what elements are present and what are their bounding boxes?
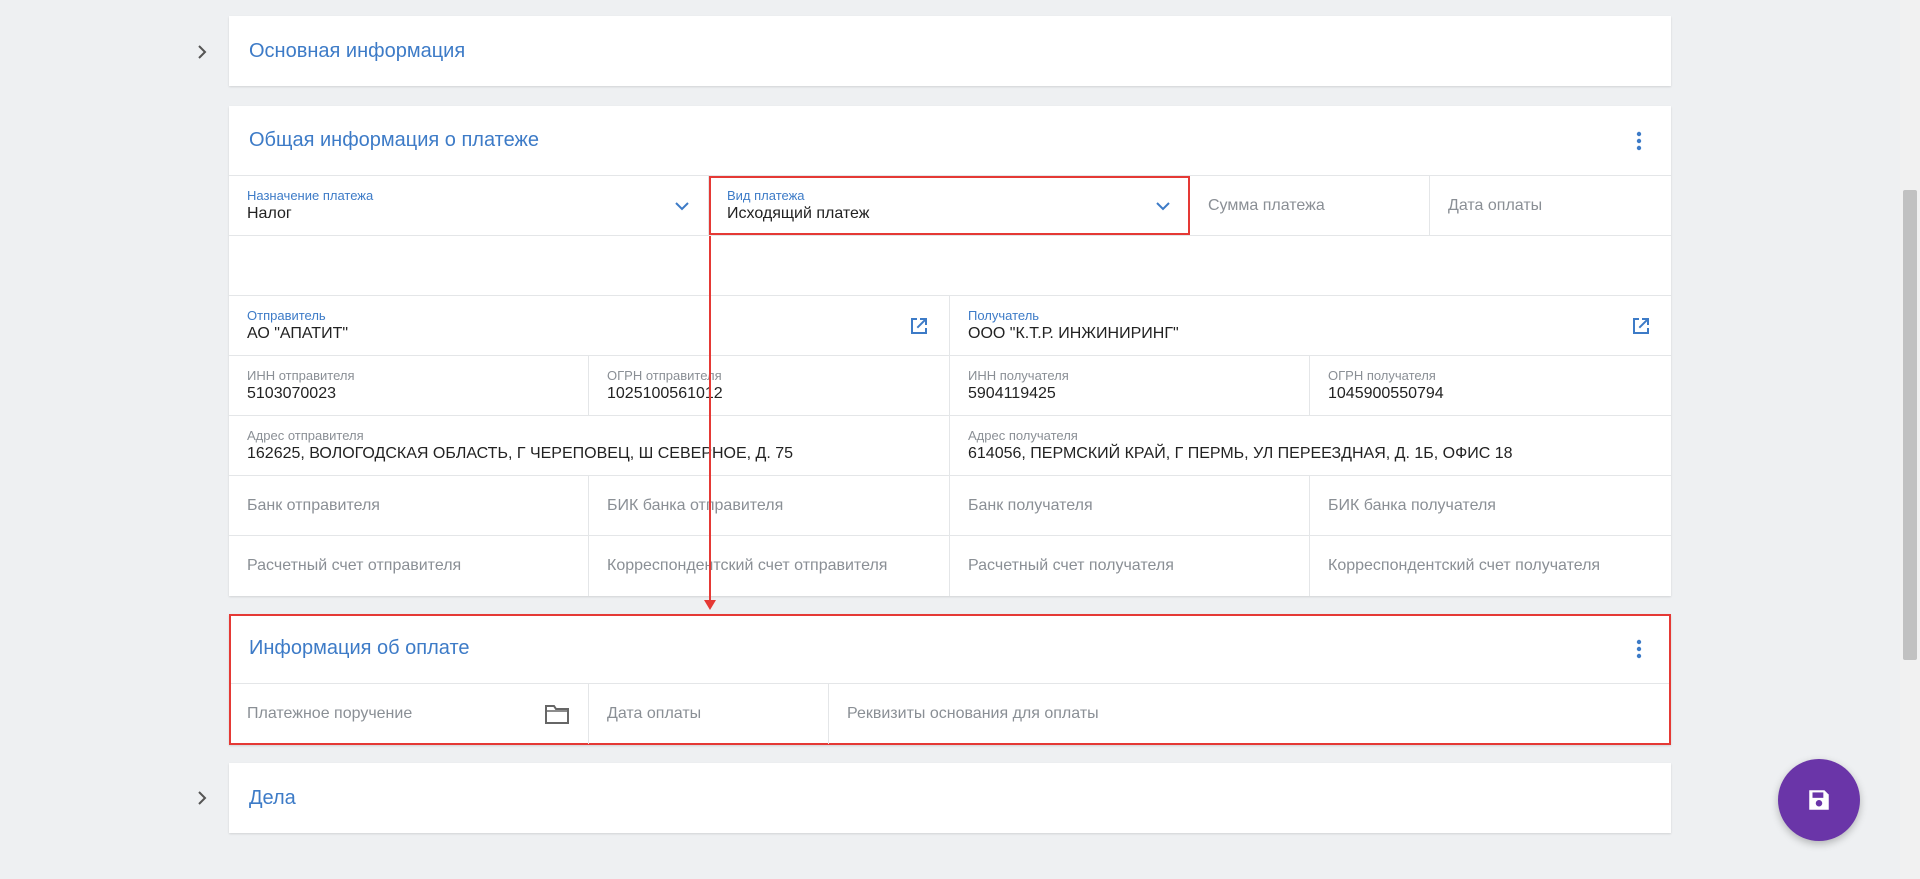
sender-inn-label: ИНН отправителя — [247, 367, 355, 383]
folder-icon[interactable] — [544, 703, 570, 725]
section-cases: Дела — [229, 763, 1671, 833]
receiver-account-input[interactable]: Расчетный счет получателя — [950, 536, 1310, 596]
receiver-address-field[interactable]: Адрес получателя 614056, ПЕРМСКИЙ КРАЙ, … — [950, 416, 1671, 475]
inn-ogrn-row: ИНН отправителя 5103070023 ОГРН отправит… — [229, 356, 1671, 416]
payment-info-date-placeholder: Дата оплаты — [607, 705, 702, 722]
receiver-corr-input[interactable]: Корреспондентский счет получателя — [1310, 536, 1671, 596]
payment-type-value: Исходящий платеж — [727, 204, 870, 222]
sender-corr-placeholder: Корреспондентский счет отправителя — [607, 557, 888, 574]
sender-account-input[interactable]: Расчетный счет отправителя — [229, 536, 589, 596]
sender-label: Отправитель — [247, 307, 326, 323]
payment-type-select[interactable]: Вид платежа Исходящий платеж — [709, 176, 1190, 235]
section-payment-info: Информация об оплате Платежное поручение… — [229, 614, 1671, 745]
sender-inn-value: 5103070023 — [247, 384, 336, 402]
receiver-inn-field[interactable]: ИНН получателя 5904119425 — [950, 356, 1310, 415]
receiver-ogrn-value: 1045900550794 — [1328, 384, 1444, 402]
section-payment-title: Информация об оплате — [249, 637, 470, 659]
receiver-address-label: Адрес получателя — [968, 427, 1078, 443]
payment-info-date-input[interactable]: Дата оплаты — [589, 684, 829, 744]
bank-row: Банк отправителя БИК банка отправителя Б… — [229, 476, 1671, 536]
receiver-corr-placeholder: Корреспондентский счет получателя — [1328, 557, 1601, 574]
payment-purpose-select[interactable]: Назначение платежа Налог — [229, 176, 709, 235]
payment-basis-placeholder: Реквизиты основания для оплаты — [847, 705, 1099, 722]
payment-basis-input[interactable]: Реквизиты основания для оплаты — [829, 684, 1671, 744]
payment-info-row: Платежное поручение Дата оплаты Реквизит… — [229, 684, 1671, 744]
receiver-address-value: 614056, ПЕРМСКИЙ КРАЙ, Г ПЕРМЬ, УЛ ПЕРЕЕ… — [968, 444, 1513, 462]
receiver-bank-input[interactable]: Банк получателя — [950, 476, 1310, 535]
section-general-payment: Общая информация о платеже Назначение пл… — [229, 106, 1671, 596]
save-icon — [1809, 790, 1829, 810]
sender-corr-input[interactable]: Корреспондентский счет отправителя — [589, 536, 950, 596]
sender-bik-placeholder: БИК банка отправителя — [607, 496, 784, 514]
sender-value: АО "АПАТИТ" — [247, 324, 349, 342]
payment-purpose-label: Назначение платежа — [247, 187, 374, 203]
annotation-arrow-line — [709, 236, 711, 602]
sender-ogrn-label: ОГРН отправителя — [607, 367, 722, 383]
expand-cases-chevron-icon[interactable] — [190, 786, 214, 810]
receiver-ogrn-label: ОГРН получателя — [1328, 367, 1436, 383]
open-in-new-icon[interactable] — [907, 314, 931, 338]
sender-address-label: Адрес отправителя — [247, 427, 364, 443]
address-row: Адрес отправителя 162625, ВОЛОГОДСКАЯ ОБ… — [229, 416, 1671, 476]
payment-order-placeholder: Платежное поручение — [247, 705, 413, 722]
payment-purpose-value: Налог — [247, 204, 292, 222]
sender-bank-input[interactable]: Банк отправителя — [229, 476, 589, 535]
section-payment-header: Информация об оплате — [229, 614, 1671, 684]
payment-date-input[interactable]: Дата оплаты — [1430, 176, 1671, 235]
sender-address-value: 162625, ВОЛОГОДСКАЯ ОБЛАСТЬ, Г ЧЕРЕПОВЕЦ… — [247, 444, 794, 462]
section-basic-info: Основная информация — [229, 16, 1671, 86]
section-general-title: Общая информация о платеже — [249, 129, 539, 151]
more-vert-icon[interactable] — [1627, 129, 1651, 153]
section-general-header: Общая информация о платеже — [229, 106, 1671, 176]
receiver-inn-value: 5904119425 — [968, 384, 1056, 402]
more-vert-icon[interactable] — [1627, 637, 1651, 661]
receiver-ogrn-field[interactable]: ОГРН получателя 1045900550794 — [1310, 356, 1671, 415]
receiver-field[interactable]: Получатель ООО "К.Т.Р. ИНЖИНИРИНГ" — [950, 296, 1671, 355]
receiver-bik-placeholder: БИК банка получателя — [1328, 496, 1496, 514]
account-row: Расчетный счет отправителя Корреспондент… — [229, 536, 1671, 596]
receiver-inn-label: ИНН получателя — [968, 367, 1069, 383]
chevron-down-icon — [1155, 201, 1171, 211]
section-cases-header[interactable]: Дела — [229, 763, 1671, 833]
payment-type-label: Вид платежа — [727, 187, 805, 203]
receiver-value: ООО "К.Т.Р. ИНЖИНИРИНГ" — [968, 324, 1179, 342]
annotation-arrow-head — [704, 600, 716, 610]
sender-ogrn-field[interactable]: ОГРН отправителя 1025100561012 — [589, 356, 950, 415]
payment-amount-placeholder: Сумма платежа — [1208, 196, 1325, 214]
chevron-down-icon — [674, 201, 690, 211]
section-basic-title: Основная информация — [249, 39, 466, 62]
scrollbar-track[interactable] — [1900, 0, 1920, 879]
section-basic-header[interactable]: Основная информация — [229, 16, 1671, 86]
sender-bik-input[interactable]: БИК банка отправителя — [589, 476, 950, 535]
receiver-bik-input[interactable]: БИК банка получателя — [1310, 476, 1671, 535]
sender-address-field[interactable]: Адрес отправителя 162625, ВОЛОГОДСКАЯ ОБ… — [229, 416, 950, 475]
parties-row: Отправитель АО "АПАТИТ" Получатель ООО "… — [229, 296, 1671, 356]
save-button[interactable] — [1778, 759, 1860, 841]
section-cases-title: Дела — [249, 786, 296, 809]
scrollbar-thumb[interactable] — [1903, 190, 1917, 660]
sender-inn-field[interactable]: ИНН отправителя 5103070023 — [229, 356, 589, 415]
empty-row — [229, 236, 1671, 296]
receiver-label: Получатель — [968, 307, 1040, 323]
payment-type-row: Назначение платежа Налог Вид платежа Исх… — [229, 176, 1671, 236]
payment-date-placeholder: Дата оплаты — [1448, 196, 1543, 214]
open-in-new-icon[interactable] — [1629, 314, 1653, 338]
receiver-account-placeholder: Расчетный счет получателя — [968, 557, 1174, 574]
sender-account-placeholder: Расчетный счет отправителя — [247, 557, 462, 574]
sender-field[interactable]: Отправитель АО "АПАТИТ" — [229, 296, 950, 355]
receiver-bank-placeholder: Банк получателя — [968, 496, 1093, 514]
payment-order-input[interactable]: Платежное поручение — [229, 684, 589, 744]
sender-ogrn-value: 1025100561012 — [607, 384, 723, 402]
payment-amount-input[interactable]: Сумма платежа — [1190, 176, 1430, 235]
sender-bank-placeholder: Банк отправителя — [247, 496, 380, 514]
expand-basic-chevron-icon[interactable] — [190, 40, 214, 64]
